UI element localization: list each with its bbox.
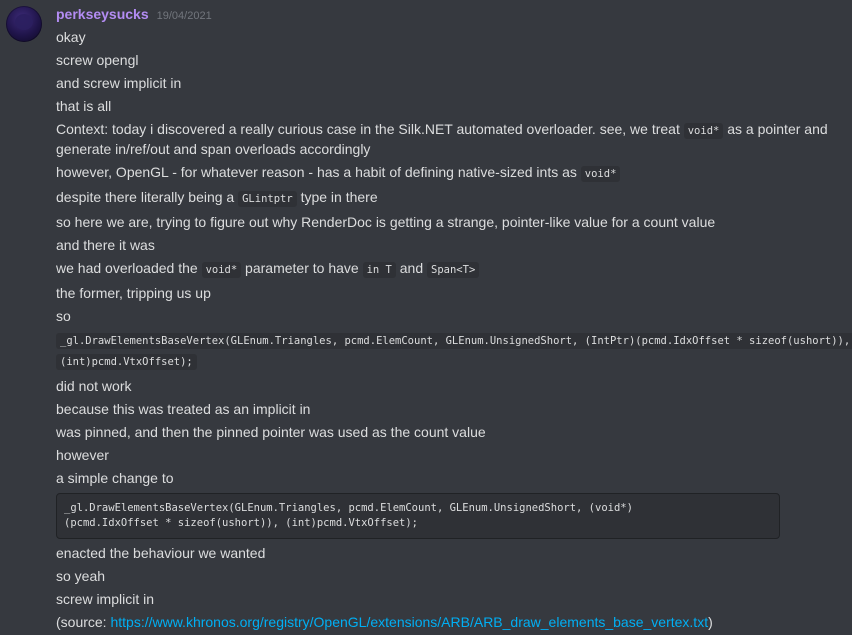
inline-code: void* xyxy=(580,166,621,182)
message-line: despite there literally being a GLintptr… xyxy=(56,188,852,208)
message-line: so yeah xyxy=(56,568,106,584)
inline-code: void* xyxy=(201,262,242,278)
message-line: okay xyxy=(56,29,86,45)
message-line: and there it was xyxy=(56,237,155,253)
message-line: however xyxy=(56,447,109,463)
message-text: we had overloaded the xyxy=(56,260,202,276)
message-line: so xyxy=(56,308,71,324)
source-link[interactable]: https://www.khronos.org/registry/OpenGL/… xyxy=(110,614,708,630)
code-block[interactable]: _gl.DrawElementsBaseVertex(GLEnum.Triang… xyxy=(56,493,780,539)
message-line: Context: today i discovered a really cur… xyxy=(56,120,852,158)
inline-code: GLintptr xyxy=(238,191,297,207)
message-line: screw implicit in xyxy=(56,591,155,607)
message-text: parameter to have xyxy=(241,260,363,276)
message-line: we had overloaded the void* parameter to… xyxy=(56,259,852,279)
message-text: Context: today i discovered a really cur… xyxy=(56,121,684,137)
timestamp: 19/04/2021 xyxy=(156,10,212,22)
avatar[interactable] xyxy=(6,6,42,42)
message-text: and xyxy=(395,260,428,276)
message-line: so here we are, trying to figure out why… xyxy=(56,214,716,230)
inline-code: void* xyxy=(683,123,724,139)
message-text: despite there literally being a xyxy=(56,189,239,205)
message-text: however, OpenGL - for whatever reason - … xyxy=(56,164,581,180)
message-text: (source: xyxy=(56,614,111,630)
inline-code: Span<T> xyxy=(427,262,480,278)
message-line: however, OpenGL - for whatever reason - … xyxy=(56,163,852,183)
message-line: that is all xyxy=(56,98,112,114)
message-group: perkseysucks 19/04/2021 okay screw openg… xyxy=(0,0,852,631)
inline-code: in T xyxy=(362,262,396,278)
message-line: the former, tripping us up xyxy=(56,285,211,301)
message-line: enacted the behaviour we wanted xyxy=(56,545,266,561)
message-line: and screw implicit in xyxy=(56,75,182,91)
message-line: screw opengl xyxy=(56,52,139,68)
message-line: (source: https://www.khronos.org/registr… xyxy=(56,613,852,631)
username[interactable]: perkseysucks xyxy=(56,6,149,22)
message-line: because this was treated as an implicit … xyxy=(56,401,311,417)
message-line: a simple change to xyxy=(56,470,174,486)
message-text: ) xyxy=(708,614,713,630)
message-text: type in there xyxy=(296,189,378,205)
inline-code: _gl.DrawElementsBaseVertex(GLEnum.Triang… xyxy=(56,333,852,370)
message-header: perkseysucks 19/04/2021 xyxy=(56,6,852,26)
message-line: did not work xyxy=(56,378,132,394)
message-line: _gl.DrawElementsBaseVertex(GLEnum.Triang… xyxy=(56,330,852,372)
message-line: was pinned, and then the pinned pointer … xyxy=(56,424,486,440)
